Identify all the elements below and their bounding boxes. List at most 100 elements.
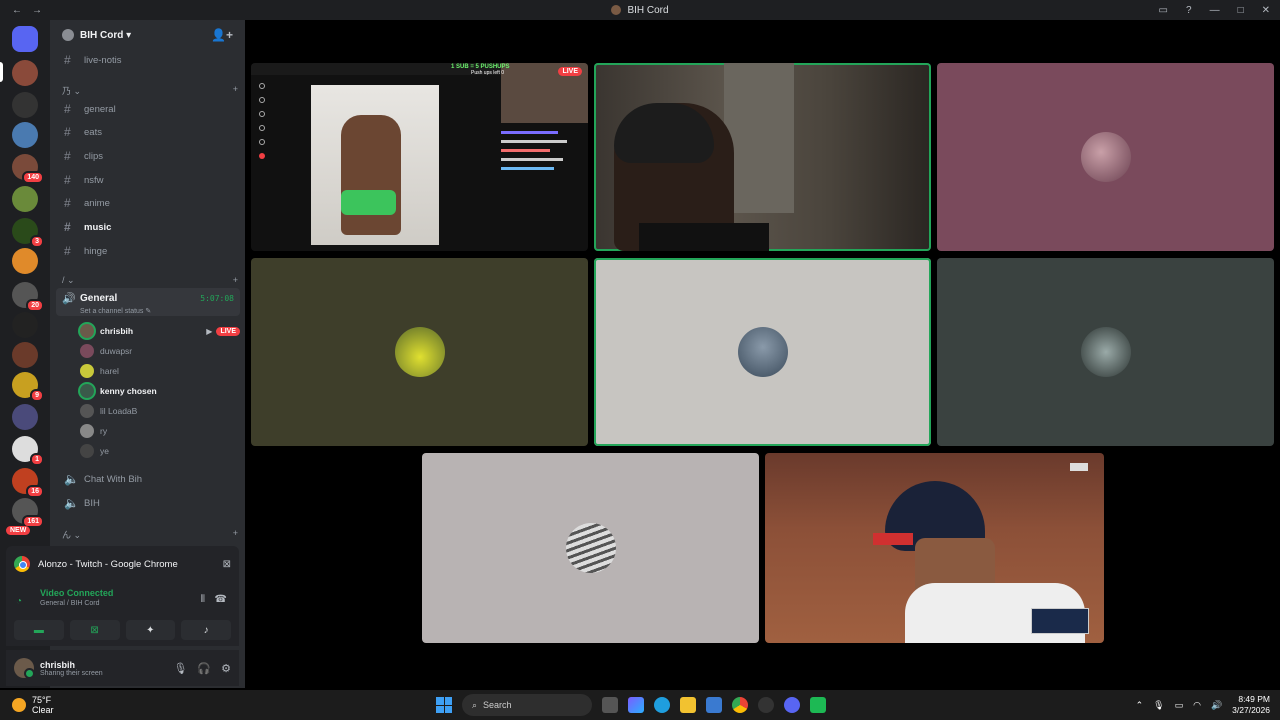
wifi-icon[interactable]: ◠ [1193,700,1201,711]
guild-icon[interactable]: 161 [12,498,44,528]
member-name: duwapsr [100,346,133,356]
volume-icon[interactable]: 🔊 [1211,700,1222,711]
guild-icon[interactable]: 9 [12,372,44,402]
member-name: harel [100,366,119,376]
server-name: BIH Cord ▾ [80,29,132,41]
chat-overlay [501,125,583,235]
channel-general[interactable]: # general [58,99,238,119]
guild-icon[interactable] [12,342,38,368]
voice-member[interactable]: ye [80,441,240,461]
soundboard-button[interactable]: ♪ [181,620,231,640]
channel-status[interactable]: Set a channel status ✎ [80,307,151,315]
noise-suppression-icon[interactable]: ⦀ [201,594,205,605]
start-button[interactable] [436,697,452,713]
stream-tile[interactable]: LIVE 1 SUB = 5 PUSHUPS Push ups left 0 [251,63,588,251]
guild-icon[interactable] [12,60,38,86]
camera-button[interactable]: ▬ [14,620,64,640]
video-tile-duwapsr[interactable] [937,63,1274,251]
guild-icon[interactable]: 16 [12,468,44,498]
voice-member[interactable]: ry [80,421,240,441]
clock[interactable]: 8:49 PM 3/27/2026 [1232,694,1270,716]
close-button[interactable]: ✕ [1262,5,1270,16]
guild-icon[interactable] [12,248,38,274]
channel-hinge[interactable]: # hinge [58,241,238,261]
guild-icon[interactable]: 1 [12,436,44,466]
microphone-icon[interactable]: 🎙 [173,662,187,675]
voice-channel-bih[interactable]: 🔈 BIH [58,493,238,513]
activities-button[interactable]: ✦ [125,620,176,640]
video-tile-lil-loadab[interactable] [937,258,1274,446]
screen-share-button[interactable]: ⊠ [69,620,120,640]
edge-icon[interactable] [654,697,670,713]
category-header[interactable]: 乃 ⌄ + [62,84,238,97]
inbox-icon[interactable]: ▭ [1159,5,1168,16]
window-title: BIH Cord [627,4,669,16]
back-button[interactable]: ← [12,5,22,16]
add-channel-icon[interactable]: + [233,528,238,541]
voice-member[interactable]: harel [80,361,240,381]
overlay-text: Push ups left 0 [471,70,505,76]
guild-icon[interactable] [12,92,38,118]
video-tile-chrisbih[interactable] [594,63,931,251]
video-tile-ye[interactable] [765,453,1104,643]
app-icon[interactable] [810,697,826,713]
channel-live-notis[interactable]: # live-notis [58,50,238,70]
task-view-icon[interactable] [602,697,618,713]
hash-icon: # [64,149,71,163]
channel-eats[interactable]: # eats [58,122,238,142]
chevron-up-icon[interactable]: ⌃ [1136,700,1144,711]
discord-home-icon[interactable] [12,26,38,52]
headphones-icon[interactable]: 🎧 [197,662,211,675]
left-toolbar [259,83,265,159]
invite-icon[interactable]: 👤+ [211,28,233,42]
signal-icon[interactable]: ◔ [16,596,22,607]
file-explorer-icon[interactable] [680,697,696,713]
disconnect-icon[interactable]: ☎ [215,594,227,605]
hash-icon: # [64,53,71,67]
guild-icon[interactable]: 140 [12,154,44,184]
discord-icon[interactable] [784,697,800,713]
microphone-icon[interactable]: 🎙 [1153,700,1164,711]
forward-button[interactable]: → [32,5,42,16]
search-box[interactable]: ⌕ Search [462,694,592,716]
voice-member[interactable]: duwapsr [80,341,240,361]
video-tile-ry[interactable] [422,453,759,643]
voice-channel-chat-with-bih[interactable]: 🔈 Chat With Bih [58,469,238,489]
copilot-icon[interactable] [628,697,644,713]
channel-music[interactable]: # music [58,217,238,237]
stream-source-card[interactable]: Alonzo - Twitch - Google Chrome ⊠ [6,546,239,582]
add-channel-icon[interactable]: + [233,84,238,97]
stop-stream-icon[interactable]: ⊠ [223,559,231,570]
voice-member[interactable]: kenny chosen [80,381,240,401]
voice-channel-general[interactable]: 🔊 General Set a channel status ✎ 5:07:08 [56,288,240,316]
category-header[interactable]: ん ⌄ + [62,528,238,541]
minimize-button[interactable]: — [1210,5,1220,16]
voice-member[interactable]: chrisbih ▶ LIVE [80,321,240,341]
channel-anime[interactable]: # anime [58,193,238,213]
maximize-button[interactable]: □ [1238,5,1244,16]
server-header[interactable]: BIH Cord ▾ 👤+ [50,20,245,50]
avatar[interactable] [14,658,35,679]
help-icon[interactable]: ? [1186,5,1192,16]
voice-member[interactable]: lil LoadaB [80,401,240,421]
channel-clips[interactable]: # clips [58,146,238,166]
category-header[interactable]: / ⌄ + [62,275,238,286]
guild-icon[interactable] [12,312,38,338]
guild-icon[interactable] [12,404,38,430]
gear-icon[interactable]: ⚙ [221,662,231,675]
channel-nsfw[interactable]: # nsfw [58,170,238,190]
video-tile-kenny-chosen[interactable] [594,258,931,446]
member-name: ry [100,426,108,436]
guild-icon[interactable]: 3 [12,218,44,248]
system-tray: ⌃ 🎙 ▭ ◠ 🔊 8:49 PM 3/27/2026 [1136,694,1270,716]
display-icon[interactable]: ▭ [1175,700,1184,711]
store-icon[interactable] [706,697,722,713]
guild-icon[interactable] [12,186,38,212]
weather-widget[interactable]: 75°F Clear [12,695,54,715]
add-channel-icon[interactable]: + [233,275,238,286]
guild-icon[interactable]: 20 [12,282,44,312]
guild-icon[interactable] [12,122,38,148]
chrome-icon[interactable] [732,697,748,713]
app-icon[interactable] [758,697,774,713]
video-tile-harel[interactable] [251,258,588,446]
